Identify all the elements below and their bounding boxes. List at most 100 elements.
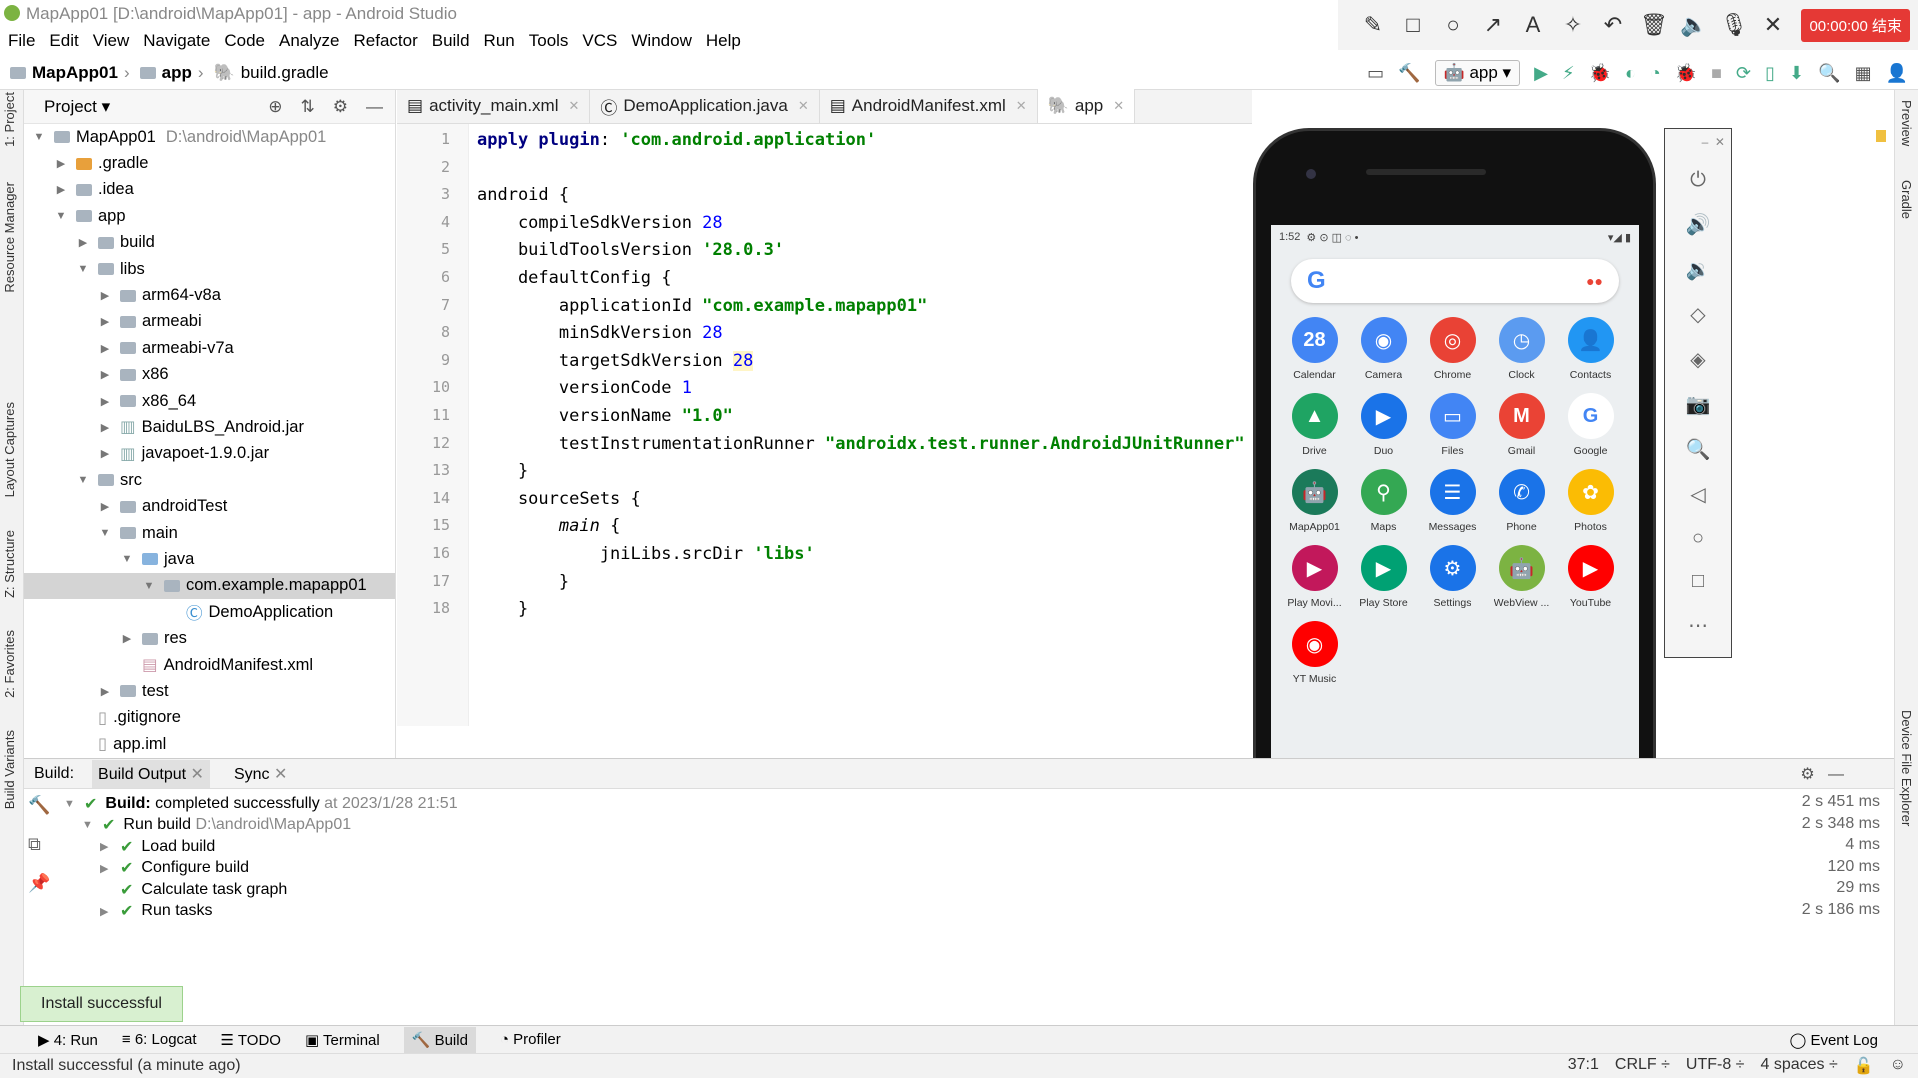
code-line[interactable]: buildToolsVersion '28.0.3' [477, 240, 784, 260]
locate-icon[interactable]: ⊕ [268, 97, 282, 117]
app-contacts[interactable]: 👤 Contacts [1556, 317, 1625, 381]
recorder-tool-icon[interactable]: A [1520, 12, 1546, 38]
tree-expand-icon[interactable]: ▶ [100, 905, 112, 918]
recorder-tool-icon[interactable]: 🎙 [1720, 12, 1748, 38]
breadcrumb-project[interactable]: MapApp01 › [10, 63, 130, 83]
stop-icon[interactable]: ■ [1711, 63, 1722, 84]
tree-expand-icon[interactable]: ▼ [32, 131, 46, 143]
recorder-tool-icon[interactable]: ↶ [1600, 12, 1626, 38]
tree-expand-icon[interactable]: ▼ [120, 553, 134, 565]
code-line[interactable]: minSdkVersion 28 [477, 323, 723, 343]
close-icon[interactable]: ✕ [798, 98, 809, 114]
gear-icon[interactable]: ⚙ [333, 97, 348, 117]
app-clock[interactable]: ◷ Clock [1487, 317, 1556, 381]
close-icon[interactable]: ✕ [568, 98, 579, 114]
app-files[interactable]: ▭ Files [1418, 393, 1487, 457]
app-messages[interactable]: ☰ Messages [1418, 469, 1487, 533]
editor-tab[interactable]: ▤ activity_main.xml ✕ [397, 89, 591, 123]
run-icon[interactable]: ▶ [1534, 63, 1548, 84]
debug-icon[interactable]: 🐞 [1589, 63, 1611, 84]
tab-build-output[interactable]: Build Output ✕ [92, 759, 210, 788]
menu-build[interactable]: Build [432, 28, 470, 54]
code-line[interactable]: versionName "1.0" [477, 406, 733, 426]
tree-expand-icon[interactable]: ▼ [64, 798, 76, 810]
tree-expand-icon[interactable]: ▶ [100, 862, 112, 875]
tab-sync[interactable]: Sync ✕ [228, 760, 293, 788]
recorder-tool-icon[interactable]: ✎ [1360, 12, 1386, 38]
code-line[interactable]: compileSdkVersion 28 [477, 213, 723, 233]
tree-expand-icon[interactable]: ▼ [76, 263, 90, 275]
recorder-tool-icon[interactable]: □ [1400, 12, 1426, 38]
project-tree-item[interactable]: ▶ ▥ javapoet-1.9.0.jar [24, 441, 395, 467]
project-tree-item[interactable]: ▶ androidTest [24, 493, 395, 519]
pin-icon[interactable]: 📌 [28, 873, 50, 894]
close-icon[interactable]: ✕ [1113, 98, 1124, 114]
left-tab-build-variants[interactable]: Build Variants [2, 730, 17, 809]
menu-tools[interactable]: Tools [529, 28, 569, 54]
app-google[interactable]: G Google [1556, 393, 1625, 457]
project-tree-item[interactable]: ▶ build [24, 230, 395, 256]
menu-help[interactable]: Help [706, 28, 741, 54]
app-maps[interactable]: ⚲ Maps [1349, 469, 1418, 533]
project-tree-item[interactable]: ▼ MapApp01 D:\android\MapApp01 [24, 124, 395, 150]
menu-vcs[interactable]: VCS [582, 28, 617, 54]
app-settings[interactable]: ⚙ Settings [1418, 545, 1487, 609]
menu-code[interactable]: Code [224, 28, 265, 54]
menu-navigate[interactable]: Navigate [143, 28, 210, 54]
tree-expand-icon[interactable]: ▶ [120, 632, 134, 645]
project-tree-item[interactable]: ▶ armeabi [24, 309, 395, 335]
assistant-icon[interactable]: ●● [1586, 273, 1603, 289]
zoom-icon[interactable]: 🔍 [1686, 437, 1711, 462]
app-camera[interactable]: ◉ Camera [1349, 317, 1418, 381]
volume-up-icon[interactable]: 🔊 [1686, 212, 1711, 237]
project-tree-item[interactable]: ▶ res [24, 625, 395, 651]
project-tree-item[interactable]: ▶ armeabi-v7a [24, 335, 395, 361]
app-photos[interactable]: ✿ Photos [1556, 469, 1625, 533]
build-tree-row[interactable]: ✔ Calculate task graph [64, 879, 458, 901]
code-editor[interactable]: 1 2 3 4 5 6 7 8 9 10 11 12 13 14 15 16 17 18 apply plugin… [397, 124, 1881, 726]
app-gmail[interactable]: M Gmail [1487, 393, 1556, 457]
code-line[interactable]: apply plugin: 'com.android.application' [477, 130, 876, 150]
app-play-store[interactable]: ▶ Play Store [1349, 545, 1418, 609]
app-drive[interactable]: ▲ Drive [1280, 393, 1349, 457]
sdk-manager-icon[interactable]: ⬇ [1789, 63, 1804, 84]
right-tab-preview[interactable]: Preview [1899, 100, 1914, 146]
recorder-tool-icon[interactable]: ✧ [1560, 12, 1586, 38]
code-line[interactable]: testInstrumentationRunner "androidx.test… [477, 434, 1245, 454]
left-tab-resource-manager[interactable]: Resource Manager [2, 182, 17, 293]
app-chrome[interactable]: ◎ Chrome [1418, 317, 1487, 381]
right-tab-gradle[interactable]: Gradle [1899, 180, 1914, 219]
apply-changes-icon[interactable]: ⚡ [1562, 63, 1575, 84]
code-line[interactable]: } [477, 461, 528, 481]
code-line[interactable]: targetSdkVersion 28 [477, 350, 754, 371]
recorder-tool-icon[interactable]: ○ [1440, 12, 1466, 38]
project-tree-item[interactable]: ▯ .gitignore [24, 705, 395, 731]
app-play-movi[interactable]: ▶ Play Movi... [1280, 545, 1349, 609]
layout-icon[interactable]: ▭ [1367, 63, 1384, 84]
code-line[interactable]: } [477, 572, 569, 592]
file-encoding[interactable]: UTF-8 ÷ [1686, 1056, 1745, 1076]
make-project-icon[interactable]: 🔨 [1398, 63, 1420, 84]
project-tree-item[interactable]: ▶ ▥ BaiduLBS_Android.jar [24, 414, 395, 440]
project-tree-item[interactable]: ▶ x86_64 [24, 388, 395, 414]
bottom-tab-terminal[interactable]: ▣ Terminal [305, 1031, 380, 1049]
build-tree-row[interactable]: ▶ ✔ Configure build [64, 858, 458, 880]
gear-icon[interactable]: ⚙ — [1800, 764, 1844, 784]
search-icon[interactable]: 🔍 [1818, 63, 1840, 84]
line-separator[interactable]: CRLF ÷ [1615, 1056, 1670, 1076]
tree-expand-icon[interactable]: ▶ [98, 342, 112, 355]
app-yt-music[interactable]: ◉ YT Music [1280, 621, 1349, 685]
collapse-all-icon[interactable]: ⇅ [301, 97, 315, 117]
editor-tab[interactable]: ▤ AndroidManifest.xml ✕ [820, 89, 1038, 123]
tree-expand-icon[interactable]: ▶ [98, 289, 112, 302]
profile-icon[interactable]: ◔ [1650, 63, 1661, 84]
breadcrumb-module[interactable]: app › [139, 63, 204, 83]
app-youtube[interactable]: ▶ YouTube [1556, 545, 1625, 609]
project-tree-item[interactable]: ▯ app.iml [24, 731, 395, 757]
tree-expand-icon[interactable]: ▶ [54, 157, 68, 170]
screenshot-icon[interactable]: 📷 [1686, 392, 1711, 417]
left-tab-1-project[interactable]: 1: Project [2, 92, 17, 147]
menu-window[interactable]: Window [631, 28, 691, 54]
project-structure-icon[interactable]: ▦ [1855, 63, 1872, 84]
menu-view[interactable]: View [93, 28, 130, 54]
